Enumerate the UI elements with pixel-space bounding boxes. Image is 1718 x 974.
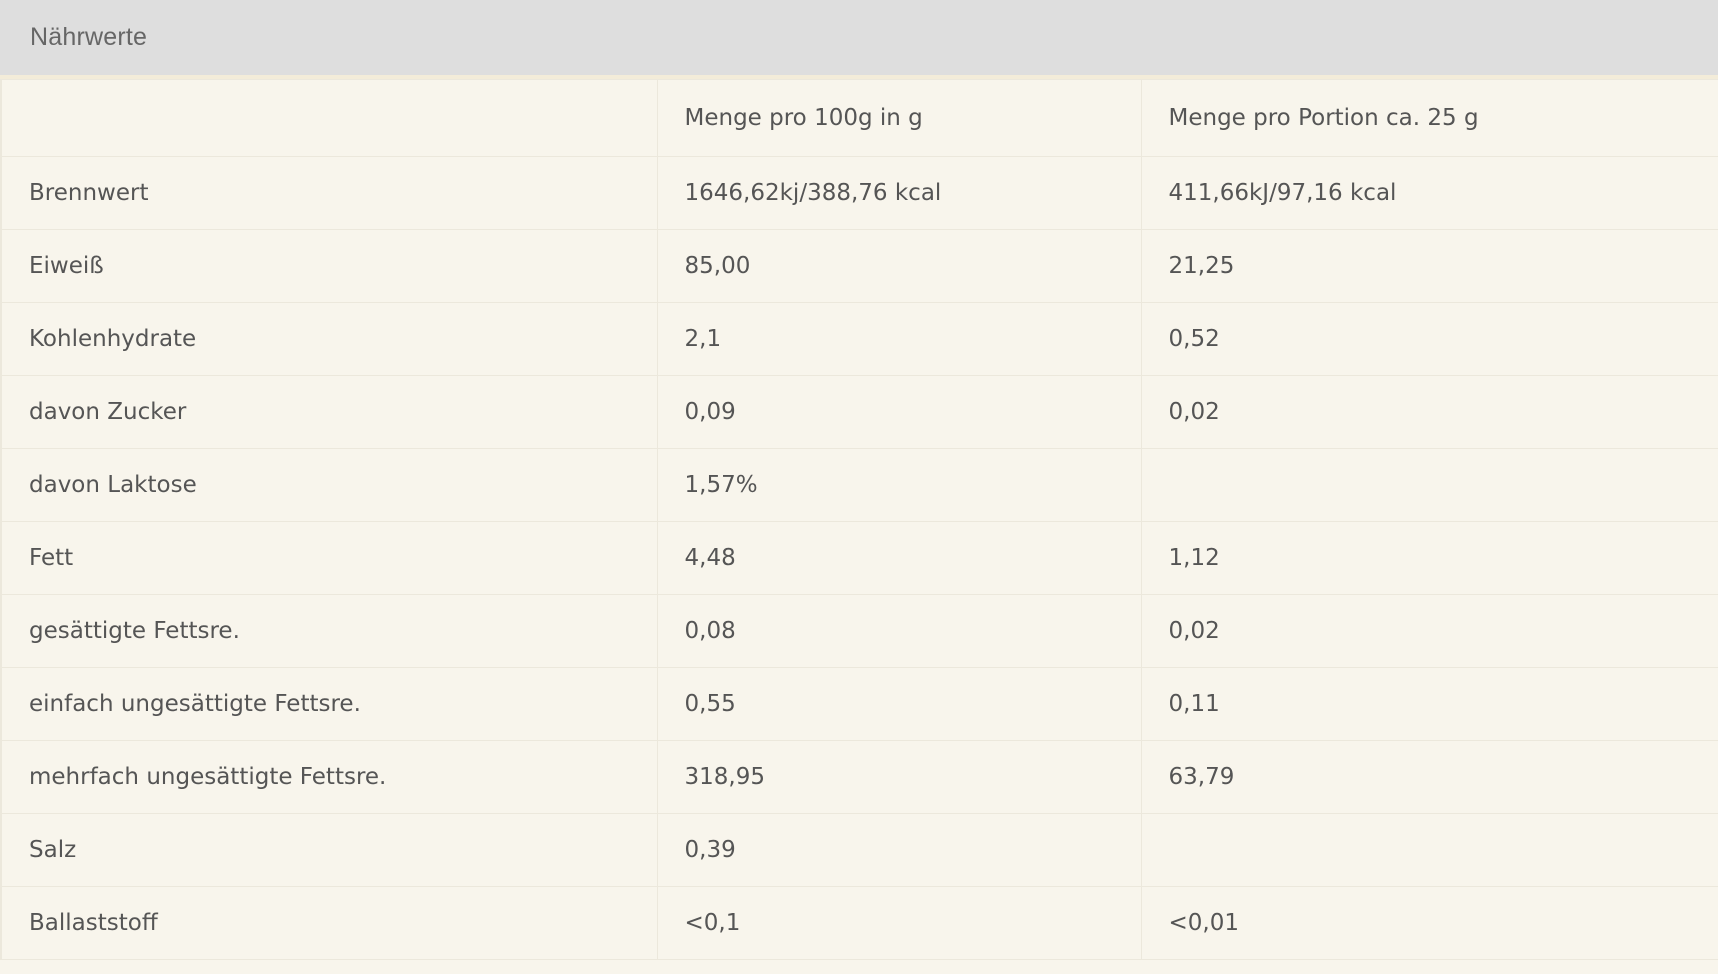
value-per-100g: <0,1 [656, 886, 1142, 960]
nutrient-name: Kohlenhydrate [0, 302, 658, 376]
nutrient-name: Salz [0, 813, 658, 887]
nutrient-name: davon Zucker [0, 375, 658, 449]
nutrient-name: Ballaststoff [0, 886, 658, 960]
value-per-portion: <0,01 [1140, 886, 1718, 960]
column-header-per-100g: Menge pro 100g in g [656, 79, 1142, 157]
table-row: Kohlenhydrate 2,1 0,52 [0, 302, 1718, 376]
table-row: davon Laktose 1,57% [0, 448, 1718, 522]
value-per-100g: 0,39 [656, 813, 1142, 887]
panel-header[interactable]: Nährwerte [0, 0, 1718, 79]
value-per-100g: 1,57% [656, 448, 1142, 522]
table-row: Fett 4,48 1,12 [0, 521, 1718, 595]
table-row: mehrfach ungesättigte Fettsre. 318,95 63… [0, 740, 1718, 814]
table-row: Ballaststoff <0,1 <0,01 [0, 886, 1718, 960]
value-per-portion: 1,12 [1140, 521, 1718, 595]
value-per-100g: 4,48 [656, 521, 1142, 595]
value-per-100g: 318,95 [656, 740, 1142, 814]
value-per-portion: 21,25 [1140, 229, 1718, 303]
nutrient-name: einfach ungesättigte Fettsre. [0, 667, 658, 741]
value-per-100g: 0,09 [656, 375, 1142, 449]
value-per-portion: 0,02 [1140, 375, 1718, 449]
table-row: Salz 0,39 [0, 813, 1718, 887]
value-per-100g: 85,00 [656, 229, 1142, 303]
value-per-portion: 63,79 [1140, 740, 1718, 814]
table-row: Brennwert 1646,62kj/388,76 kcal 411,66kJ… [0, 156, 1718, 230]
table-row: gesättigte Fettsre. 0,08 0,02 [0, 594, 1718, 668]
value-per-portion: 411,66kJ/97,16 kcal [1140, 156, 1718, 230]
table-row: Eiweiß 85,00 21,25 [0, 229, 1718, 303]
value-per-100g: 0,08 [656, 594, 1142, 668]
value-per-100g: 2,1 [656, 302, 1142, 376]
column-header-per-portion: Menge pro Portion ca. 25 g [1140, 79, 1718, 157]
table-row: einfach ungesättigte Fettsre. 0,55 0,11 [0, 667, 1718, 741]
value-per-100g: 0,55 [656, 667, 1142, 741]
value-per-portion [1140, 813, 1718, 887]
table-header-row: Menge pro 100g in g Menge pro Portion ca… [0, 79, 1718, 157]
nutrient-name: Brennwert [0, 156, 658, 230]
value-per-portion [1140, 448, 1718, 522]
nutrition-table: Menge pro 100g in g Menge pro Portion ca… [0, 79, 1718, 960]
column-header-nutrient [0, 79, 658, 157]
value-per-portion: 0,52 [1140, 302, 1718, 376]
table-row: davon Zucker 0,09 0,02 [0, 375, 1718, 449]
nutrient-name: Fett [0, 521, 658, 595]
nutrient-name: davon Laktose [0, 448, 658, 522]
nutrient-name: Eiweiß [0, 229, 658, 303]
panel-title: Nährwerte [30, 23, 148, 51]
value-per-portion: 0,02 [1140, 594, 1718, 668]
nutrient-name: mehrfach ungesättigte Fettsre. [0, 740, 658, 814]
value-per-portion: 0,11 [1140, 667, 1718, 741]
value-per-100g: 1646,62kj/388,76 kcal [656, 156, 1142, 230]
nutrient-name: gesättigte Fettsre. [0, 594, 658, 668]
